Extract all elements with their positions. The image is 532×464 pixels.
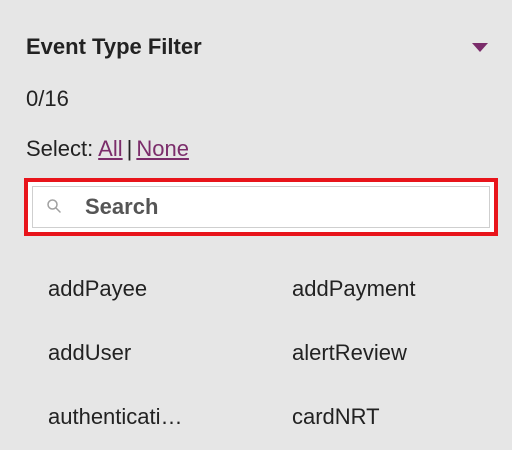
filter-title: Event Type Filter bbox=[26, 34, 202, 59]
select-controls: Select: All | None bbox=[26, 136, 189, 162]
search-field-container bbox=[32, 186, 490, 228]
select-label: Select: bbox=[26, 136, 94, 161]
filter-header: Event Type Filter bbox=[26, 32, 494, 62]
select-all-link[interactable]: All bbox=[98, 136, 122, 161]
event-type-item[interactable]: cardNRT bbox=[292, 400, 492, 464]
event-type-item[interactable]: addUser bbox=[48, 336, 292, 400]
selected-count: 0/16 bbox=[26, 86, 69, 111]
select-separator: | bbox=[126, 136, 133, 161]
event-type-filter-panel: Event Type Filter 0/16 Select: All | None … bbox=[0, 0, 512, 450]
search-icon bbox=[47, 199, 61, 213]
select-none-link[interactable]: None bbox=[136, 136, 189, 161]
search-box bbox=[24, 178, 498, 236]
event-type-item[interactable]: addPayment bbox=[292, 272, 492, 336]
event-type-list: addPayee addPayment addUser alertReview … bbox=[48, 272, 498, 464]
event-type-item[interactable]: authenticati… bbox=[48, 400, 238, 464]
event-type-item[interactable]: addPayee bbox=[48, 272, 292, 336]
event-type-item[interactable]: alertReview bbox=[292, 336, 492, 400]
search-input[interactable] bbox=[85, 187, 481, 227]
caret-down-icon[interactable] bbox=[472, 42, 488, 52]
